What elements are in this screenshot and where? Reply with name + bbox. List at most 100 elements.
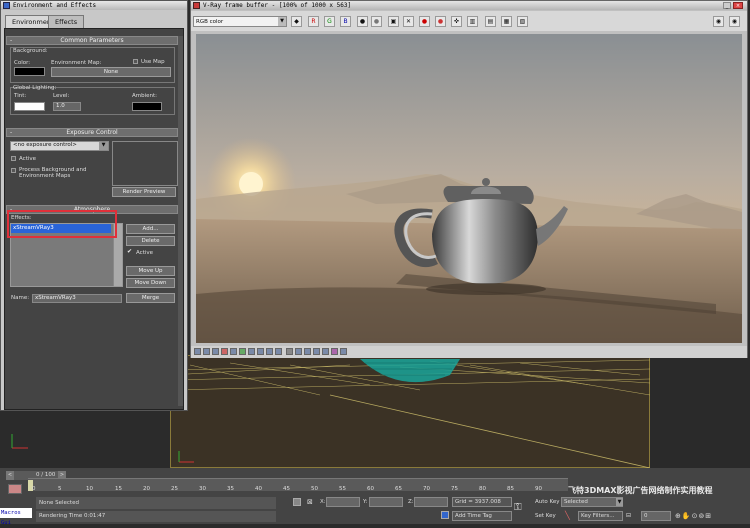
rollout-common-parameters[interactable]: - Common Parameters xyxy=(6,36,178,45)
chevron-down-icon[interactable]: ▼ xyxy=(278,17,286,26)
tick-label: 50 xyxy=(311,486,318,492)
tick-label: 15 xyxy=(115,486,122,492)
tick-label: 10 xyxy=(86,486,93,492)
status-icon[interactable] xyxy=(340,348,347,355)
status-icon[interactable] xyxy=(295,348,302,355)
key-icon[interactable]: ⚿ xyxy=(514,502,530,514)
status-icon[interactable] xyxy=(275,348,282,355)
status-icon[interactable] xyxy=(230,348,237,355)
time-tag-icon[interactable] xyxy=(441,511,449,519)
status-icon[interactable] xyxy=(203,348,210,355)
chevron-down-icon[interactable]: ▼ xyxy=(99,142,108,150)
effect-name-field[interactable]: xStreamVRay3 xyxy=(32,294,122,303)
absolute-mode-icon[interactable]: ⊠ xyxy=(307,498,316,506)
stop-render-icon[interactable]: ● xyxy=(419,16,430,27)
vray-frame-buffer-window: V-Ray frame buffer - [100% of 1000 x 563… xyxy=(190,0,748,358)
status-icon[interactable] xyxy=(304,348,311,355)
window-title[interactable]: V-Ray frame buffer - [100% of 1000 x 563… xyxy=(191,1,747,10)
chevron-down-icon[interactable]: ▼ xyxy=(616,498,623,506)
panel-scrollbar[interactable] xyxy=(178,36,183,406)
clear-image-icon[interactable]: ✕ xyxy=(403,16,414,27)
follow-mouse-icon[interactable]: ✜ xyxy=(451,16,462,27)
tint-color-swatch[interactable] xyxy=(14,102,45,111)
move-up-button[interactable]: Move Up xyxy=(126,266,175,276)
level-spinner[interactable]: 1.0 xyxy=(53,102,81,111)
status-icon[interactable] xyxy=(331,348,338,355)
tick-label: 65 xyxy=(395,486,402,492)
vray-logo-icon xyxy=(193,2,200,9)
status-icon[interactable] xyxy=(266,348,273,355)
tick-label: 85 xyxy=(507,486,514,492)
status-icon[interactable] xyxy=(257,348,264,355)
delete-effect-button[interactable]: Delete xyxy=(126,236,175,246)
channel-dropdown[interactable]: RGB color xyxy=(193,16,287,27)
status-icon[interactable] xyxy=(221,348,228,355)
render-preview-button[interactable]: Render Preview xyxy=(112,187,176,197)
key-filters-button[interactable]: Key Filters... xyxy=(578,511,623,521)
mono-channel-icon[interactable]: ● xyxy=(371,16,382,27)
merge-button[interactable]: Merge xyxy=(126,293,175,303)
use-map-checkbox[interactable] xyxy=(133,59,138,64)
tick-label: 70 xyxy=(423,486,430,492)
close-icon[interactable]: × xyxy=(733,2,743,9)
wireframe-scene xyxy=(170,359,650,468)
process-background-checkbox[interactable] xyxy=(11,168,16,173)
window-title[interactable]: Environment and Effects xyxy=(1,1,187,10)
current-frame-field[interactable]: 0 xyxy=(641,511,671,521)
set-key-button[interactable]: Set Key xyxy=(535,511,561,521)
tab-effects[interactable]: Effects xyxy=(48,15,85,29)
lock-selection-icon[interactable] xyxy=(293,498,301,506)
add-time-tag-button[interactable]: Add Time Tag xyxy=(452,511,512,521)
status-icon[interactable] xyxy=(286,348,293,355)
key-mode-icon[interactable]: ⊟ xyxy=(626,512,638,520)
move-down-button[interactable]: Move Down xyxy=(126,278,175,288)
status-icon[interactable] xyxy=(248,348,255,355)
pixel-info-icon[interactable]: ▧ xyxy=(517,16,528,27)
status-icon[interactable] xyxy=(194,348,201,355)
save-image-icon[interactable]: ▣ xyxy=(388,16,399,27)
environment-map-label: Environment Map: xyxy=(51,60,102,66)
region-render-icon[interactable]: ▥ xyxy=(467,16,478,27)
watermark-text: 飞特3DMAX影视广告网络制作实用教程 xyxy=(568,486,713,495)
settings-icon[interactable]: ◉ xyxy=(729,16,740,27)
viewport-side-panel xyxy=(650,355,750,468)
exposure-control-dropdown[interactable]: <no exposure control> xyxy=(10,141,109,151)
selection-set-dropdown[interactable]: Selected xyxy=(561,497,623,507)
viewport-navigation-icons[interactable]: ⊕✋⊙⊚⊞ xyxy=(675,510,747,522)
previous-frame-icon[interactable]: < xyxy=(6,471,14,480)
auto-key-button[interactable]: Auto Key xyxy=(535,497,561,507)
status-icon[interactable] xyxy=(239,348,246,355)
red-channel-button[interactable]: R xyxy=(308,16,319,27)
color-swatch-icon[interactable]: ◆ xyxy=(291,16,302,27)
blue-channel-button[interactable]: B xyxy=(340,16,351,27)
display-correction-icon[interactable]: ▤ xyxy=(485,16,496,27)
render-icon[interactable]: ● xyxy=(435,16,446,27)
name-label: Name: xyxy=(11,295,30,301)
mini-curve-editor-icon[interactable] xyxy=(8,484,22,494)
environment-map-button[interactable]: None xyxy=(51,67,171,77)
tick-label: 0 xyxy=(32,486,36,492)
background-color-swatch[interactable] xyxy=(14,67,45,76)
rollout-exposure-control[interactable]: - Exposure Control xyxy=(6,128,178,137)
minimize-icon[interactable]: _ xyxy=(723,2,731,9)
add-effect-button[interactable]: Add... xyxy=(126,224,175,234)
alpha-channel-icon[interactable]: ● xyxy=(357,16,368,27)
render-time-status: Rendering Time 0:01:47 xyxy=(36,511,276,522)
tick-label: 80 xyxy=(479,486,486,492)
exposure-active-checkbox[interactable] xyxy=(11,156,16,161)
ambient-color-swatch[interactable] xyxy=(132,102,162,111)
y-coord-field[interactable] xyxy=(369,497,403,507)
checkmark-icon[interactable]: ✔ xyxy=(127,249,133,255)
maxscript-listener[interactable]: Macros Gui xyxy=(0,508,32,526)
status-icon[interactable] xyxy=(313,348,320,355)
history-icon[interactable]: ◉ xyxy=(713,16,724,27)
tint-label: Tint: xyxy=(14,93,27,99)
set-key-icon[interactable]: ╲ xyxy=(565,511,575,521)
status-icon[interactable] xyxy=(212,348,219,355)
lut-icon[interactable]: ▦ xyxy=(501,16,512,27)
z-coord-field[interactable] xyxy=(414,497,448,507)
status-icon[interactable] xyxy=(322,348,329,355)
green-channel-button[interactable]: G xyxy=(324,16,335,27)
x-coord-field[interactable] xyxy=(326,497,360,507)
rendered-image[interactable] xyxy=(196,34,742,343)
